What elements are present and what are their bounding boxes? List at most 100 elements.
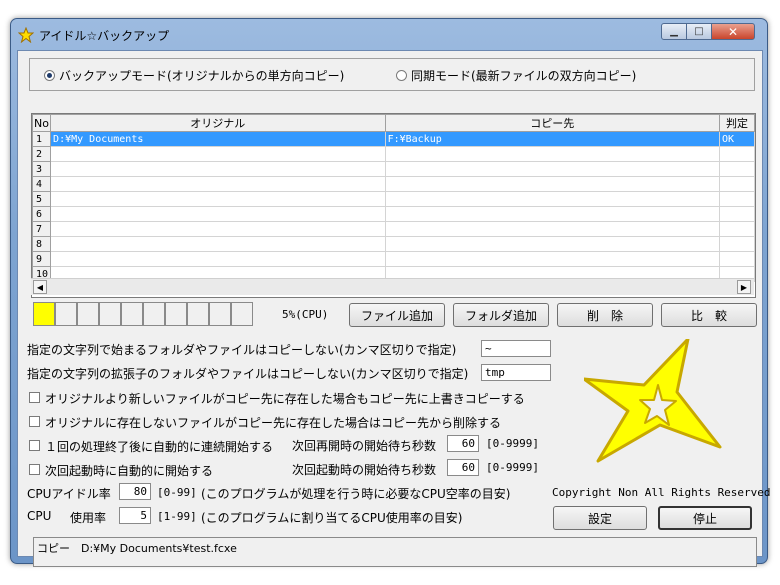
row-copy-cell[interactable] bbox=[384, 221, 721, 237]
row-no-cell: 2 bbox=[32, 146, 52, 162]
auto-start-checkbox[interactable] bbox=[29, 464, 40, 475]
startup-wait-input[interactable]: 60 bbox=[447, 459, 479, 476]
copyright-text: Copyright Non All Rights Reserved bbox=[552, 486, 771, 499]
minimize-icon: ▁ bbox=[670, 26, 678, 37]
col-no-header: No bbox=[32, 114, 52, 132]
table-row[interactable]: 8 bbox=[32, 236, 755, 252]
row-copy-cell[interactable] bbox=[384, 191, 721, 207]
scroll-left-icon[interactable]: ◀ bbox=[33, 280, 47, 294]
cpu-usage-input[interactable]: 5 bbox=[119, 507, 151, 524]
row-no-cell: 4 bbox=[32, 176, 52, 192]
maximize-button[interactable]: □ bbox=[686, 23, 712, 40]
backup-mode-label: バックアップモード(オリジナルからの単方向コピー) bbox=[59, 69, 345, 83]
col-judge-header[interactable]: 判定 bbox=[719, 114, 755, 132]
table-row[interactable]: 7 bbox=[32, 221, 755, 237]
row-original-cell[interactable] bbox=[50, 176, 386, 192]
row-judge-cell[interactable] bbox=[719, 221, 755, 237]
row-no-cell: 5 bbox=[32, 191, 52, 207]
row-original-cell[interactable] bbox=[50, 236, 386, 252]
row-original-cell[interactable] bbox=[50, 221, 386, 237]
overwrite-newer-checkbox[interactable] bbox=[29, 392, 40, 403]
row-no-cell: 1 bbox=[32, 131, 52, 147]
auto-start-label: 次回起動時に自動的に開始する bbox=[45, 464, 214, 478]
table-row[interactable]: 3 bbox=[32, 161, 755, 177]
add-file-button[interactable]: ファイル追加 bbox=[349, 303, 445, 327]
horizontal-scrollbar[interactable]: ◀ ▶ bbox=[31, 278, 754, 295]
status-bar: コピー D:¥My Documents¥test.fcxe bbox=[33, 537, 757, 567]
table-row[interactable]: 5 bbox=[32, 191, 755, 207]
cpu-idle-range: [0-99] bbox=[157, 486, 197, 499]
row-copy-cell[interactable] bbox=[384, 206, 721, 222]
stop-button[interactable]: 停止 bbox=[658, 506, 752, 530]
row-original-cell[interactable] bbox=[50, 161, 386, 177]
row-original-cell[interactable] bbox=[50, 146, 386, 162]
close-button[interactable]: ✕ bbox=[711, 23, 755, 40]
exclude-prefix-input[interactable]: ~ bbox=[481, 340, 551, 357]
delete-missing-label: オリジナルに存在しないファイルがコピー先に存在した場合はコピー先から削除する bbox=[45, 416, 502, 430]
table-row[interactable]: 4 bbox=[32, 176, 755, 192]
maximize-icon: □ bbox=[694, 26, 704, 37]
row-copy-cell[interactable]: F:¥Backup bbox=[384, 131, 721, 147]
restart-wait-input[interactable]: 60 bbox=[447, 435, 479, 452]
cpu-meter-cell bbox=[209, 302, 231, 326]
row-judge-cell[interactable] bbox=[719, 236, 755, 252]
exclude-ext-label: 指定の文字列の拡張子のフォルダやファイルはコピーしない(カンマ区切りで指定) bbox=[27, 367, 469, 381]
col-original-header[interactable]: オリジナル bbox=[50, 114, 386, 132]
cpu-meter-cell bbox=[77, 302, 99, 326]
mode-group: バックアップモード(オリジナルからの単方向コピー) 同期モード(最新ファイルの双… bbox=[29, 58, 755, 91]
exclude-ext-input[interactable]: tmp bbox=[481, 364, 551, 381]
table-row[interactable]: 1 D:¥My Documents F:¥Backup OK bbox=[32, 131, 755, 147]
cpu-usage-label-a: CPU bbox=[27, 509, 52, 523]
radio-unselected-icon bbox=[396, 70, 407, 81]
window-title: アイドル☆バックアップ bbox=[39, 29, 170, 43]
compare-button[interactable]: 比 較 bbox=[661, 303, 757, 327]
cpu-idle-note: (このプログラムが処理を行う時に必要なCPU空率の目安) bbox=[201, 487, 511, 501]
row-judge-cell[interactable] bbox=[719, 191, 755, 207]
scroll-right-icon[interactable]: ▶ bbox=[737, 280, 751, 294]
row-copy-cell[interactable] bbox=[384, 146, 721, 162]
backup-table[interactable]: No オリジナル コピー先 判定 1 D:¥My Documents F:¥Back… bbox=[31, 113, 756, 298]
auto-continue-checkbox[interactable] bbox=[29, 440, 40, 451]
row-copy-cell[interactable] bbox=[384, 236, 721, 252]
main-window: アイドル☆バックアップ ▁ □ ✕ バックアップモード(オリジナルからの単方向コ… bbox=[10, 18, 771, 567]
minimize-button[interactable]: ▁ bbox=[661, 23, 687, 40]
backup-mode-radio[interactable]: バックアップモード(オリジナルからの単方向コピー) bbox=[44, 67, 344, 84]
row-judge-cell[interactable] bbox=[719, 206, 755, 222]
cpu-idle-label: CPUアイドル率 bbox=[27, 487, 111, 501]
row-copy-cell[interactable] bbox=[384, 176, 721, 192]
settings-button[interactable]: 設定 bbox=[553, 506, 647, 530]
table-row[interactable]: 2 bbox=[32, 146, 755, 162]
sync-mode-label: 同期モード(最新ファイルの双方向コピー) bbox=[411, 69, 637, 83]
client-area: バックアップモード(オリジナルからの単方向コピー) 同期モード(最新ファイルの双… bbox=[17, 50, 771, 567]
row-original-cell[interactable] bbox=[50, 206, 386, 222]
row-original-cell[interactable]: D:¥My Documents bbox=[50, 131, 386, 147]
delete-missing-checkbox[interactable] bbox=[29, 416, 40, 427]
delete-button[interactable]: 削 除 bbox=[557, 303, 653, 327]
cpu-percent-label: 5%(CPU) bbox=[282, 308, 329, 321]
row-judge-cell[interactable] bbox=[719, 176, 755, 192]
table-row[interactable]: 9 bbox=[32, 251, 755, 267]
row-judge-cell[interactable] bbox=[719, 161, 755, 177]
add-folder-button[interactable]: フォルダ追加 bbox=[453, 303, 549, 327]
row-original-cell[interactable] bbox=[50, 191, 386, 207]
row-no-cell: 7 bbox=[32, 221, 52, 237]
row-judge-cell[interactable] bbox=[719, 251, 755, 267]
radio-selected-icon bbox=[44, 70, 55, 81]
restart-wait-range: [0-9999] bbox=[486, 437, 539, 450]
sync-mode-radio[interactable]: 同期モード(最新ファイルの双方向コピー) bbox=[396, 67, 636, 84]
row-judge-cell[interactable]: OK bbox=[719, 131, 755, 147]
startup-wait-range: [0-9999] bbox=[486, 461, 539, 474]
row-copy-cell[interactable] bbox=[384, 251, 721, 267]
row-no-cell: 8 bbox=[32, 236, 52, 252]
table-row[interactable]: 6 bbox=[32, 206, 755, 222]
row-copy-cell[interactable] bbox=[384, 161, 721, 177]
row-no-cell: 9 bbox=[32, 251, 52, 267]
row-judge-cell[interactable] bbox=[719, 146, 755, 162]
cpu-meter-cell bbox=[121, 302, 143, 326]
cpu-meter-cell bbox=[165, 302, 187, 326]
cpu-meter bbox=[33, 302, 253, 326]
col-copy-header[interactable]: コピー先 bbox=[384, 114, 721, 132]
cpu-idle-input[interactable]: 80 bbox=[119, 483, 151, 500]
row-original-cell[interactable] bbox=[50, 251, 386, 267]
title-bar[interactable]: アイドル☆バックアップ ▁ □ ✕ bbox=[11, 19, 767, 49]
